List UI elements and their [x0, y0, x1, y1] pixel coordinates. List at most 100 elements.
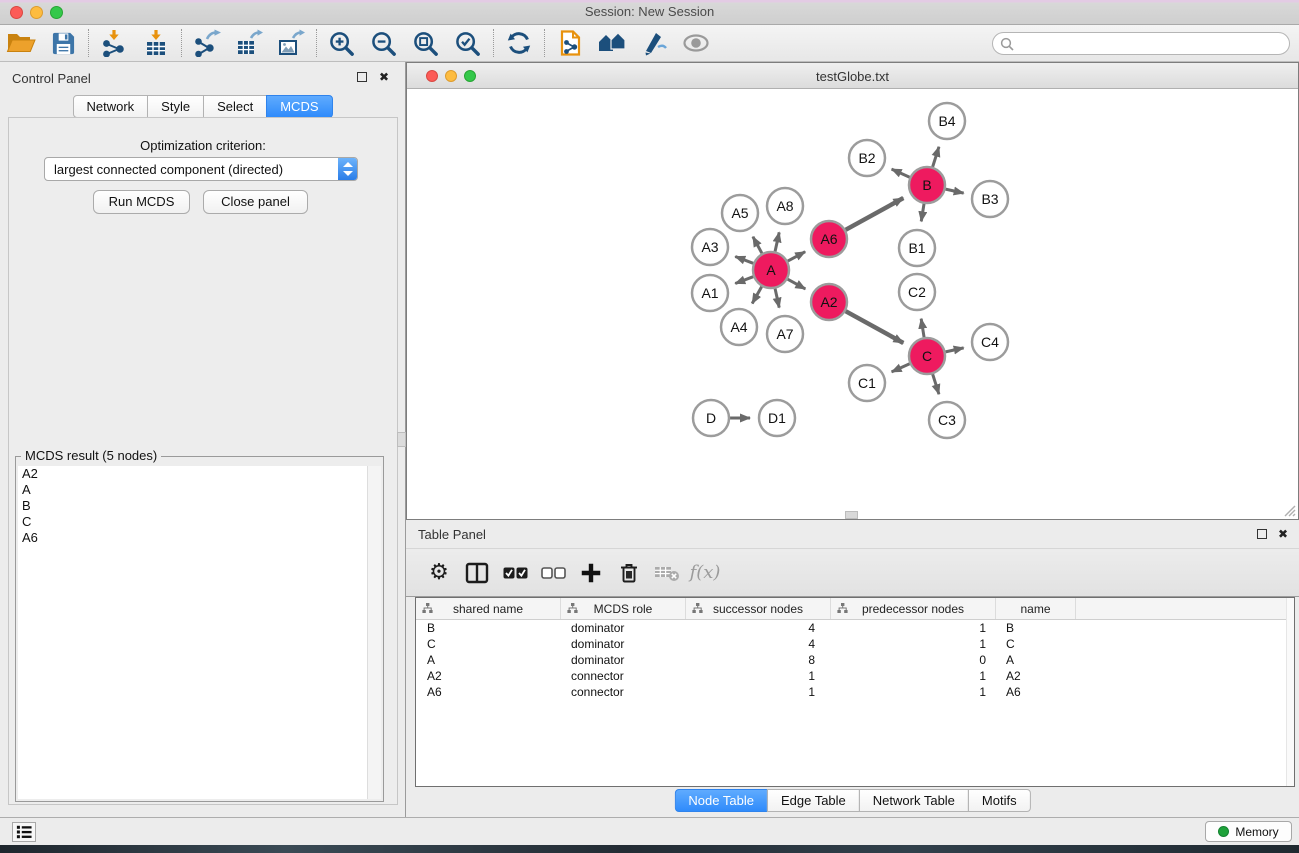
- table-float-icon[interactable]: [1257, 529, 1267, 539]
- delete-column-button[interactable]: [610, 556, 648, 590]
- search-input[interactable]: [1018, 37, 1289, 51]
- graph-node-B1[interactable]: B1: [899, 230, 935, 266]
- deselect-all-columns-button[interactable]: [534, 556, 572, 590]
- delete-table-button[interactable]: [648, 556, 686, 590]
- graph-node-B4[interactable]: B4: [929, 103, 965, 139]
- edge-C-C2[interactable]: [921, 319, 924, 338]
- function-builder-button[interactable]: f(x): [686, 556, 724, 590]
- table-close-icon[interactable]: ✖: [1278, 527, 1288, 541]
- close-panel-button[interactable]: Close panel: [203, 190, 308, 214]
- edge-A-A3[interactable]: [735, 257, 753, 264]
- tab-select[interactable]: Select: [203, 95, 267, 118]
- search-box[interactable]: [992, 32, 1290, 55]
- column-header-predecessor-nodes[interactable]: predecessor nodes: [831, 598, 996, 619]
- edge-A-A4[interactable]: [752, 287, 761, 304]
- table-row[interactable]: Cdominator41C: [416, 636, 1294, 652]
- edge-A-A6[interactable]: [788, 252, 805, 261]
- table-scrollbar[interactable]: [1286, 598, 1294, 786]
- graph-node-A2[interactable]: A2: [811, 284, 847, 320]
- window-resize-grip[interactable]: [1282, 503, 1296, 517]
- edge-C-C3[interactable]: [933, 374, 939, 394]
- mcds-result-list[interactable]: A2ABCA6: [18, 466, 367, 799]
- edge-A-A8[interactable]: [775, 232, 779, 251]
- select-all-columns-button[interactable]: [496, 556, 534, 590]
- graph-node-B2[interactable]: B2: [849, 140, 885, 176]
- zoom-fit-button[interactable]: [405, 27, 447, 59]
- edge-A6-B[interactable]: [846, 198, 904, 230]
- close-panel-icon[interactable]: ✖: [379, 70, 389, 84]
- edge-A-A5[interactable]: [753, 237, 762, 254]
- edge-A-A7[interactable]: [775, 289, 779, 308]
- graph-node-B[interactable]: B: [909, 167, 945, 203]
- paint-style-button[interactable]: [633, 27, 675, 59]
- tab-network[interactable]: Network: [72, 95, 148, 118]
- graph-node-B3[interactable]: B3: [972, 181, 1008, 217]
- column-header-MCDS-role[interactable]: MCDS role: [561, 598, 686, 619]
- vertical-splitter-grip[interactable]: [397, 432, 406, 447]
- result-list-item[interactable]: C: [18, 514, 367, 530]
- export-network-button[interactable]: [186, 27, 228, 59]
- tab-network-table[interactable]: Network Table: [859, 789, 969, 812]
- result-list-item[interactable]: A: [18, 482, 367, 498]
- zoom-selected-button[interactable]: [447, 27, 489, 59]
- float-panel-icon[interactable]: [357, 72, 367, 82]
- network-window-titlebar[interactable]: testGlobe.txt: [407, 63, 1298, 89]
- run-mcds-button[interactable]: Run MCDS: [93, 190, 190, 214]
- column-header-shared-name[interactable]: shared name: [416, 598, 561, 619]
- table-settings-button[interactable]: ⚙: [420, 556, 458, 590]
- result-list-item[interactable]: B: [18, 498, 367, 514]
- graph-node-A8[interactable]: A8: [767, 188, 803, 224]
- tab-mcds[interactable]: MCDS: [266, 95, 332, 118]
- task-history-button[interactable]: [12, 822, 36, 842]
- show-hide-button[interactable]: [675, 27, 717, 59]
- memory-button[interactable]: Memory: [1205, 821, 1292, 842]
- graph-node-A3[interactable]: A3: [692, 229, 728, 265]
- show-column-panel-button[interactable]: [458, 556, 496, 590]
- home-button[interactable]: [591, 27, 633, 59]
- tab-edge-table[interactable]: Edge Table: [767, 789, 860, 812]
- zoom-in-button[interactable]: [321, 27, 363, 59]
- edge-A-A1[interactable]: [735, 277, 753, 284]
- open-session-button[interactable]: [0, 27, 42, 59]
- graph-node-C4[interactable]: C4: [972, 324, 1008, 360]
- graph-node-D[interactable]: D: [693, 400, 729, 436]
- graph-node-C1[interactable]: C1: [849, 365, 885, 401]
- table-row[interactable]: A2connector11A2: [416, 668, 1294, 684]
- export-image-button[interactable]: [270, 27, 312, 59]
- graph-node-C2[interactable]: C2: [899, 274, 935, 310]
- graph-node-D1[interactable]: D1: [759, 400, 795, 436]
- optimization-dropdown[interactable]: largest connected component (directed): [44, 157, 358, 181]
- graph-node-C[interactable]: C: [909, 338, 945, 374]
- table-row[interactable]: A6connector11A6: [416, 684, 1294, 700]
- tab-style[interactable]: Style: [147, 95, 204, 118]
- save-session-button[interactable]: [42, 27, 84, 59]
- network-canvas[interactable]: B4 B2 B B3 A5A8A6 B1 A3 A C2 A1 A2 A4 A7 C4 C C1 C3 D D1: [407, 89, 1298, 519]
- graph-node-A7[interactable]: A7: [767, 316, 803, 352]
- horizontal-splitter-grip[interactable]: [845, 511, 858, 519]
- export-table-button[interactable]: [228, 27, 270, 59]
- graph-node-A6[interactable]: A6: [811, 221, 847, 257]
- edge-B-B4[interactable]: [933, 147, 939, 167]
- table-row[interactable]: Adominator80A: [416, 652, 1294, 668]
- graph-node-A4[interactable]: A4: [721, 309, 757, 345]
- graph-node-A5[interactable]: A5: [722, 195, 758, 231]
- edge-C-C1[interactable]: [892, 364, 910, 372]
- table-row[interactable]: Bdominator41B: [416, 620, 1294, 636]
- import-table-button[interactable]: [135, 27, 177, 59]
- graph-node-A1[interactable]: A1: [692, 275, 728, 311]
- edge-B-B1[interactable]: [921, 204, 924, 222]
- create-column-button[interactable]: [572, 556, 610, 590]
- column-header-successor-nodes[interactable]: successor nodes: [686, 598, 831, 619]
- graph-node-C3[interactable]: C3: [929, 402, 965, 438]
- import-network-button[interactable]: [93, 27, 135, 59]
- zoom-out-button[interactable]: [363, 27, 405, 59]
- result-list-scrollbar[interactable]: [367, 466, 381, 799]
- column-header-name[interactable]: name: [996, 598, 1076, 619]
- edge-A-A2[interactable]: [788, 279, 806, 289]
- edge-C-C4[interactable]: [946, 348, 964, 352]
- tab-motifs[interactable]: Motifs: [968, 789, 1031, 812]
- graph-node-A[interactable]: A: [753, 252, 789, 288]
- edge-B-B2[interactable]: [892, 169, 910, 177]
- edge-B-B3[interactable]: [946, 189, 964, 193]
- result-list-item[interactable]: A6: [18, 530, 367, 546]
